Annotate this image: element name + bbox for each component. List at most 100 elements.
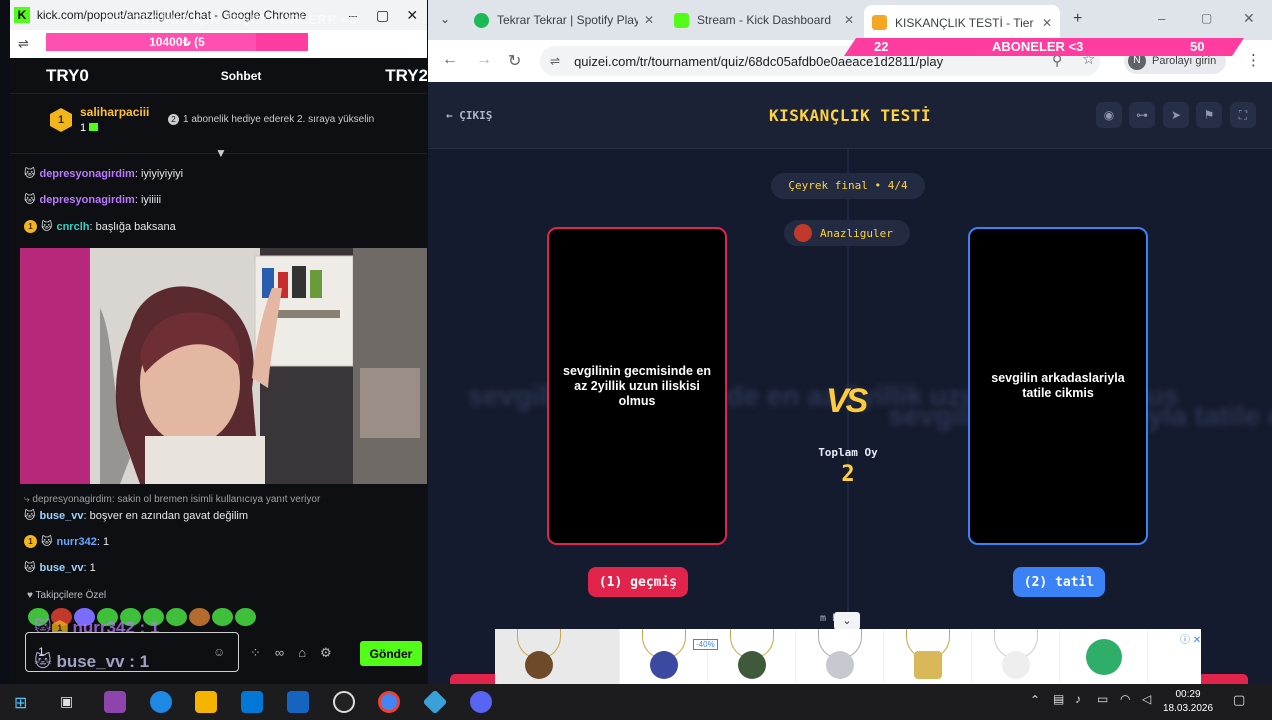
copilot-icon[interactable] (104, 691, 126, 713)
ad-banner[interactable] (495, 629, 1201, 684)
chat-username[interactable]: nurr342 (56, 536, 96, 548)
mail-icon[interactable] (287, 691, 309, 713)
chat-username[interactable]: depresyonagirdim (39, 194, 134, 206)
new-tab-button[interactable]: + (1073, 10, 1082, 28)
app-icon[interactable] (422, 689, 448, 715)
maximize-button[interactable]: ▢ (368, 7, 398, 24)
webcam-image (20, 248, 427, 484)
followers-only-notice: ♥ Takipçilere Özel (27, 590, 107, 601)
link-icon[interactable]: ∞ (275, 645, 284, 661)
ad-product[interactable] (708, 629, 796, 684)
tab-spotify[interactable]: Tekrar Tekrar | Spotify Playlist ✕ (466, 5, 662, 35)
ad-product[interactable] (972, 629, 1060, 684)
ad-info-icon[interactable]: ⓘ ✕ (1180, 631, 1201, 646)
file-explorer-icon[interactable] (195, 691, 217, 713)
kick-chat-window: K kick.com/popout/anazliguler/chat - Goo… (10, 0, 427, 684)
volume-icon[interactable]: ◁ (1142, 692, 1151, 706)
windows-start-icon[interactable]: ⊞ (14, 693, 27, 713)
site-settings-icon[interactable]: ⇌ (550, 54, 560, 68)
ad-product[interactable] (796, 629, 884, 684)
chat-message[interactable]: 🐱 buse_vv: 1 (24, 561, 96, 575)
tray-expand-icon[interactable]: ⌃ (1030, 693, 1040, 707)
ad-product[interactable] (884, 629, 972, 684)
tray-app-icon[interactable]: ▤ (1053, 692, 1064, 706)
chat-text: : iyiyiyiyiyi (134, 167, 184, 180)
discord-icon[interactable] (470, 691, 492, 713)
eye-icon[interactable]: ◉ (1096, 102, 1122, 128)
chat-username[interactable]: depresyonagirdim (39, 168, 134, 180)
sub-goal-label: ABONELER <3 (992, 39, 1084, 54)
ad-collapse-chevron-icon[interactable]: ⌄ (834, 612, 860, 630)
kick-favicon-icon (674, 12, 689, 28)
subscriber-goal-overlay: 22 ABONELER <3 50 (844, 38, 1244, 56)
close-window-button[interactable]: ✕ (1243, 10, 1255, 27)
screen: K kick.com/popout/anazliguler/chat - Goo… (0, 0, 1272, 720)
emote-icon[interactable] (235, 608, 256, 626)
obs-icon[interactable] (333, 691, 355, 713)
choose-left-button[interactable]: (1) geçmiş (588, 567, 688, 597)
collapse-arrow-icon[interactable]: ▼ (215, 146, 227, 160)
option-card-left[interactable]: sevgilinin gecmisinde en az 2yillik uzun… (547, 227, 727, 545)
reload-button[interactable]: ↻ (508, 51, 521, 71)
tab-quiz[interactable]: KISKANÇLIK TESTİ - Tier List ✕ (864, 5, 1060, 40)
close-tab-icon[interactable]: ✕ (838, 13, 854, 27)
emote-icon[interactable] (212, 608, 233, 626)
gift-icon (89, 123, 99, 131)
send-icon[interactable]: ➤ (1163, 102, 1189, 128)
tab-kick-dashboard[interactable]: Stream - Kick Dashboard ✕ (666, 5, 862, 35)
forward-button[interactable]: → (476, 51, 492, 69)
battery-icon[interactable]: ▭ (1097, 692, 1108, 706)
leaderboard-username[interactable]: saliharpaciii (80, 105, 149, 119)
maximize-button[interactable]: ▢ (1201, 11, 1212, 25)
kick-logo-icon: K (14, 7, 30, 23)
ad-product[interactable] (495, 629, 620, 684)
notifications-icon[interactable]: ▢ (1233, 692, 1245, 708)
vs-badge: VS (826, 382, 868, 420)
ad-product[interactable] (620, 629, 708, 684)
chat-username[interactable]: buse_vv (39, 562, 83, 574)
back-button[interactable]: ← (442, 51, 458, 69)
leaderboard-hint: 2 1 abonelik hediye ederek 2. sıraya yük… (168, 114, 374, 125)
chat-message[interactable]: 🐱 buse_vv: boşver en azından gavat değil… (24, 509, 248, 523)
chat-username[interactable]: buse_vv (39, 510, 83, 522)
chat-username[interactable]: cnrclh (56, 221, 89, 233)
close-button[interactable]: ✕ (397, 7, 427, 24)
task-view-icon[interactable]: ▣ (60, 693, 73, 710)
store-icon[interactable] (241, 691, 263, 713)
reply-context: ⤷ depresyonagirdim: sakin ol bremen isim… (24, 494, 321, 505)
fullscreen-icon[interactable]: ⛶ (1230, 102, 1256, 128)
cat-badge-icon: 🐱 (24, 562, 36, 574)
emoji-picker-icon[interactable]: ☺ (213, 645, 225, 659)
kick-points-icon[interactable]: ⁘ (250, 645, 261, 661)
site-settings-icon[interactable]: ⇌ (18, 36, 29, 52)
close-tab-icon[interactable]: ✕ (638, 13, 654, 27)
chat-message[interactable]: 🐱 depresyonagirdim: iyiiiii (24, 193, 161, 207)
emote-icon[interactable] (189, 608, 210, 626)
system-clock[interactable]: 00:29 18.03.2026 (1163, 688, 1213, 716)
tab-search-icon[interactable]: ⌄ (440, 12, 450, 26)
chrome-icon[interactable] (378, 691, 400, 713)
chat-message[interactable]: 1 🐱 nurr342: 1 (24, 535, 109, 548)
microphone-icon[interactable]: ♪ (1075, 692, 1081, 706)
share-icon[interactable]: ⊶ (1129, 102, 1155, 128)
leaderboard-right-amount: TRY200 (385, 65, 427, 85)
store-icon[interactable]: ⌂ (298, 645, 306, 661)
tab-strip: ⌄ Tekrar Tekrar | Spotify Playlist ✕ Str… (428, 0, 1272, 40)
option-card-right[interactable]: sevgilin arkadaslariyla tatile cikmis (968, 227, 1148, 545)
chrome-menu-icon[interactable]: ⋮ (1246, 51, 1261, 69)
flag-icon[interactable]: ⚑ (1196, 102, 1222, 128)
ad-product[interactable] (1060, 629, 1148, 684)
settings-gear-icon[interactable]: ⚙ (320, 645, 332, 661)
wifi-icon[interactable]: ◠ (1120, 692, 1130, 706)
send-button[interactable]: Gönder (360, 641, 422, 666)
creator-name: Anazliguler (820, 226, 893, 240)
chat-message[interactable]: 🐱 depresyonagirdim: iyiyiyiyiyi (24, 167, 184, 181)
emote-icon[interactable] (166, 608, 187, 626)
choose-right-button[interactable]: (2) tatil (1013, 567, 1105, 597)
red-edge (1198, 674, 1248, 684)
chat-message[interactable]: 1 🐱 cnrclh: başlığa baksana (24, 220, 176, 233)
creator-badge[interactable]: Anazliguler (784, 220, 910, 246)
close-tab-icon[interactable]: ✕ (1036, 16, 1052, 30)
edge-icon[interactable] (150, 691, 172, 713)
minimize-button[interactable]: – (1158, 11, 1165, 26)
